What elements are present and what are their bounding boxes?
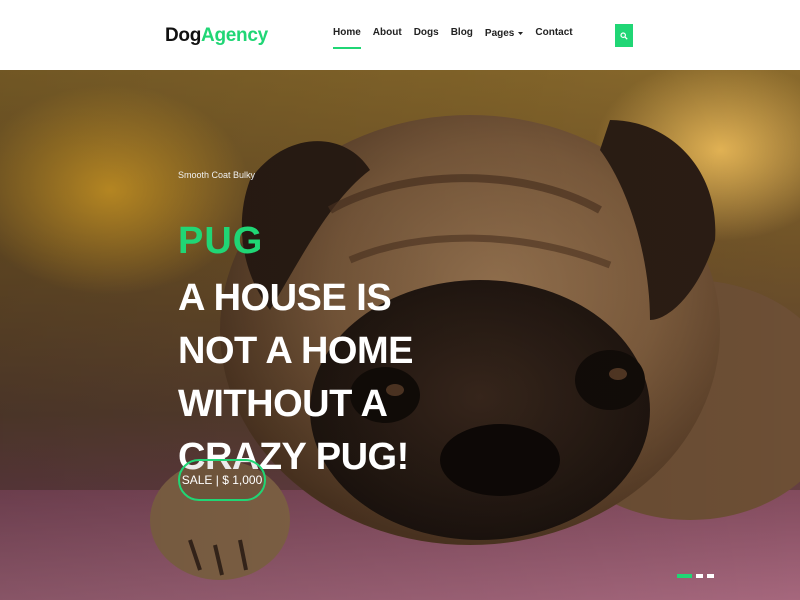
- nav-home[interactable]: Home: [333, 26, 361, 49]
- nav-about[interactable]: About: [373, 26, 402, 46]
- logo-text-dog: Dog: [165, 25, 202, 46]
- site-header: DogAgency Home About Dogs Blog Pages Con…: [0, 0, 800, 70]
- hero-headline: A HOUSE IS NOT A HOME WITHOUT A CRAZY PU…: [178, 277, 413, 478]
- nav-contact[interactable]: Contact: [535, 26, 572, 46]
- main-nav: Home About Dogs Blog Pages Contact: [333, 26, 585, 49]
- slider-dot-3[interactable]: [707, 574, 714, 578]
- hero-pretitle: PUG: [178, 220, 264, 262]
- slider-dots: [677, 574, 718, 578]
- slider-dot-1[interactable]: [677, 574, 692, 578]
- sale-button[interactable]: SALE | $ 1,000: [178, 459, 266, 501]
- logo-text-agency: Agency: [201, 25, 268, 46]
- caret-down-icon: [518, 26, 524, 40]
- search-button[interactable]: [615, 24, 633, 47]
- nav-dogs[interactable]: Dogs: [414, 26, 439, 46]
- nav-pages-label: Pages: [484, 28, 515, 39]
- site-logo[interactable]: DogAgency: [165, 24, 268, 48]
- nav-blog[interactable]: Blog: [451, 26, 473, 46]
- hero-slider: Smooth Coat Bulky PUG A HOUSE IS NOT A H…: [0, 70, 800, 600]
- search-icon: [620, 27, 628, 45]
- slider-dot-2[interactable]: [696, 574, 703, 578]
- nav-pages[interactable]: Pages: [484, 26, 524, 46]
- hero-tagline: Smooth Coat Bulky: [178, 170, 256, 180]
